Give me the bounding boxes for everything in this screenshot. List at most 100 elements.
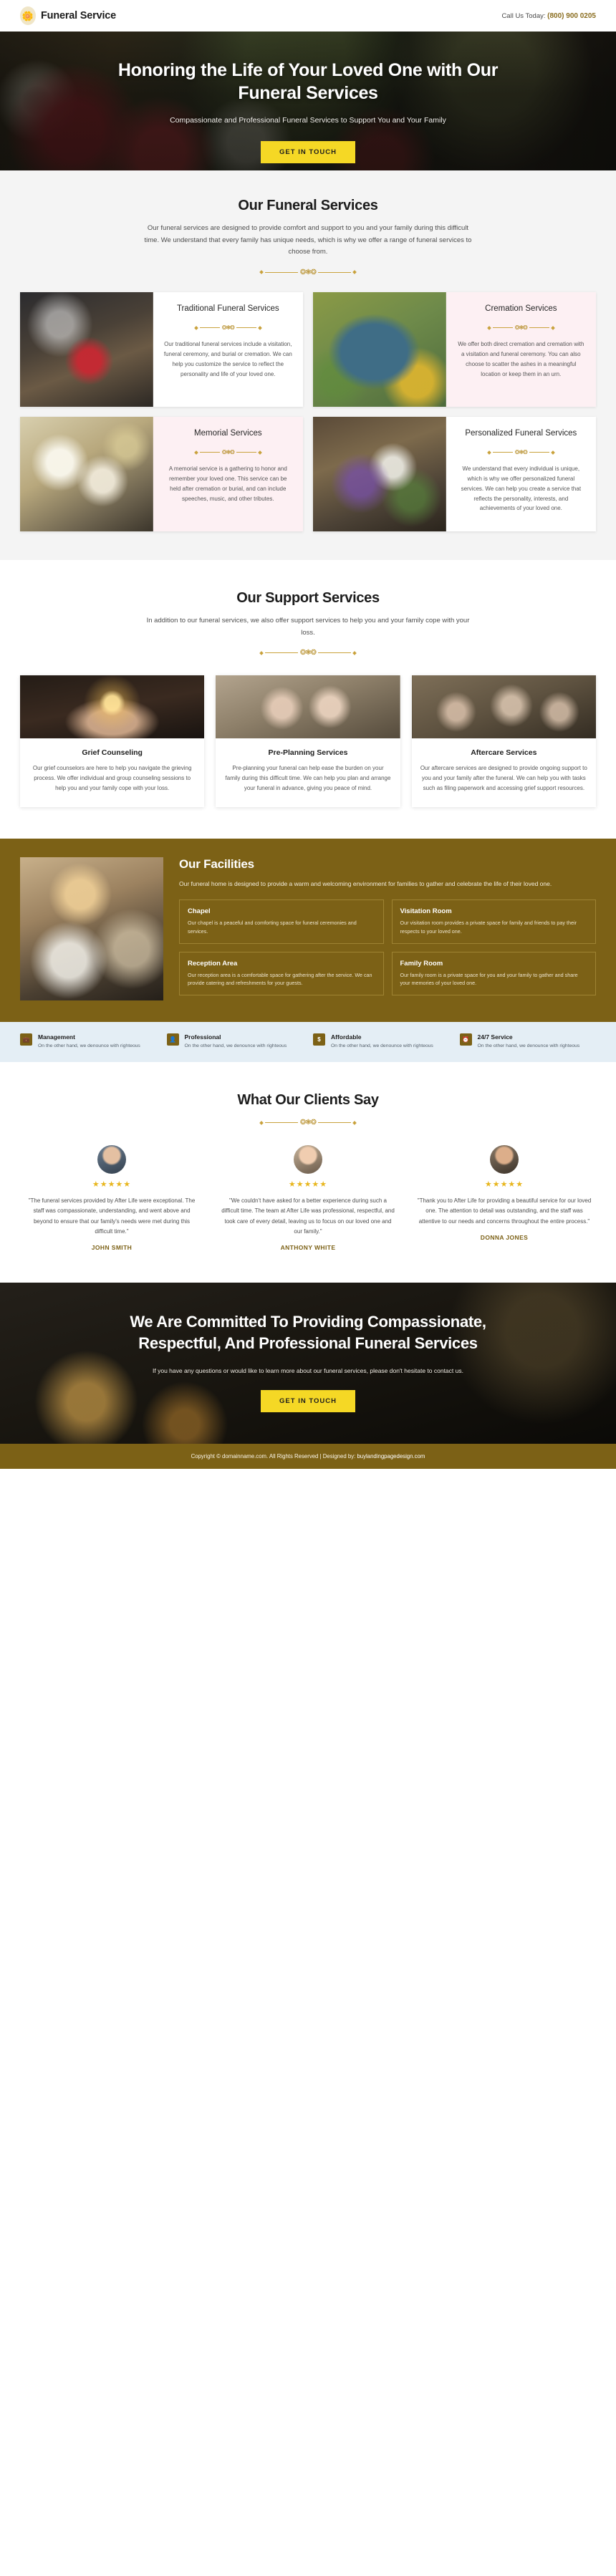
ornament-divider: ❂❃❂ bbox=[486, 324, 555, 331]
cta-text: If you have any questions or would like … bbox=[153, 1366, 463, 1374]
feature-24-7-service: ⏰ 24/7 Service On the other hand, we den… bbox=[459, 1033, 597, 1051]
funeral-services-section: Our Funeral Services Our funeral service… bbox=[0, 170, 616, 560]
facility-title: Chapel bbox=[188, 907, 211, 915]
facility-text: Our chapel is a peaceful and comforting … bbox=[188, 919, 357, 935]
testimonial-quote: "We couldn't have asked for a better exp… bbox=[221, 1197, 395, 1235]
footer-copyright: Copyright © domainname.com. All Rights R… bbox=[191, 1453, 357, 1460]
rating-stars: ★★★★★ bbox=[288, 1180, 328, 1190]
site-footer: Copyright © domainname.com. All Rights R… bbox=[0, 1444, 616, 1469]
support-title: Aftercare Services bbox=[471, 748, 537, 758]
feature-title: Affordable bbox=[331, 1033, 362, 1041]
support-title: Pre-Planning Services bbox=[268, 748, 348, 758]
facility-title: Visitation Room bbox=[400, 907, 452, 915]
facilities-title: Our Facilities bbox=[179, 857, 254, 872]
cta-title: We Are Committed To Providing Compassion… bbox=[130, 1313, 486, 1352]
brand-logo[interactable]: 🌼 Funeral Service bbox=[20, 6, 116, 25]
facilities-description: Our funeral home is designed to provide … bbox=[179, 880, 552, 888]
avatar bbox=[294, 1145, 322, 1174]
feature-strip: 💼 Management On the other hand, we denou… bbox=[0, 1022, 616, 1063]
feature-title: Management bbox=[38, 1033, 75, 1041]
rating-stars: ★★★★★ bbox=[92, 1180, 132, 1190]
support-card-aftercare[interactable]: Aftercare Services Our aftercare service… bbox=[411, 675, 596, 808]
brand-name: Funeral Service bbox=[41, 10, 116, 21]
call-label: Call Us Today: bbox=[501, 11, 546, 20]
feature-text: On the other hand, we denounce with righ… bbox=[38, 1043, 140, 1049]
site-header: 🌼 Funeral Service Call Us Today: (800) 9… bbox=[0, 0, 616, 32]
support-card-pre-planning[interactable]: Pre-Planning Services Pre-planning your … bbox=[216, 675, 400, 808]
hero-section: Honoring the Life of Your Loved One with… bbox=[0, 32, 616, 170]
support-card-grief-counseling[interactable]: Grief Counseling Our grief counselors ar… bbox=[20, 675, 205, 808]
rating-stars: ★★★★★ bbox=[484, 1180, 524, 1190]
ornament-divider: ❂❃❂ bbox=[20, 1119, 596, 1127]
ornament-divider: ❂❃❂ bbox=[20, 269, 596, 276]
facility-title: Family Room bbox=[400, 959, 443, 968]
service-card-body: Memorial Services ❂❃❂ A memorial service… bbox=[153, 416, 303, 531]
support-image-grief-counseling bbox=[20, 675, 205, 739]
facilities-image bbox=[20, 857, 163, 1001]
facility-item-visitation-room[interactable]: Visitation Room Our visitation room prov… bbox=[391, 899, 596, 944]
hero-title: Honoring the Life of Your Loved One with… bbox=[117, 60, 499, 103]
dollar-icon: $ bbox=[313, 1033, 325, 1046]
service-title: Traditional Funeral Services bbox=[176, 304, 279, 313]
support-text: Pre-planning your funeral can help ease … bbox=[225, 765, 391, 791]
testimonial-author: JOHN SMITH bbox=[91, 1244, 133, 1252]
facility-text: Our family room is a private space for y… bbox=[400, 971, 578, 987]
testimonial-quote: "Thank you to After Life for providing a… bbox=[417, 1197, 592, 1225]
feature-title: Professional bbox=[184, 1033, 221, 1041]
service-card-cremation[interactable]: Cremation Services ❂❃❂ We offer both dir… bbox=[313, 291, 596, 407]
funeral-services-description: Our funeral services are designed to pro… bbox=[144, 224, 472, 256]
ornament-divider: ❂❃❂ bbox=[193, 324, 262, 331]
cta-section: We Are Committed To Providing Compassion… bbox=[0, 1283, 616, 1444]
funeral-services-title: Our Funeral Services bbox=[238, 198, 378, 213]
service-text: Our traditional funeral services include… bbox=[163, 341, 292, 377]
briefcase-icon: 💼 bbox=[20, 1033, 32, 1046]
hero-subtitle: Compassionate and Professional Funeral S… bbox=[170, 116, 446, 125]
service-title: Cremation Services bbox=[485, 304, 557, 313]
service-card-body: Traditional Funeral Services ❂❃❂ Our tra… bbox=[153, 292, 303, 407]
facility-text: Our reception area is a comfortable spac… bbox=[188, 971, 372, 987]
service-card-body: Cremation Services ❂❃❂ We offer both dir… bbox=[446, 291, 596, 407]
service-text: We understand that every individual is u… bbox=[461, 465, 582, 512]
facility-item-chapel[interactable]: Chapel Our chapel is a peaceful and comf… bbox=[179, 899, 384, 944]
service-card-body: Personalized Funeral Services ❂❃❂ We und… bbox=[446, 417, 596, 531]
facilities-grid: Chapel Our chapel is a peaceful and comf… bbox=[179, 899, 596, 996]
testimonials-title: What Our Clients Say bbox=[237, 1092, 379, 1109]
support-image-pre-planning bbox=[216, 675, 400, 739]
feature-professional: 👤 Professional On the other hand, we den… bbox=[166, 1033, 304, 1051]
testimonial-author: ANTHONY WHITE bbox=[280, 1244, 336, 1252]
user-tie-icon: 👤 bbox=[166, 1033, 179, 1046]
service-image-cremation bbox=[313, 291, 446, 407]
support-title: Grief Counseling bbox=[82, 748, 143, 758]
testimonial-donna-jones: ★★★★★ "Thank you to After Life for provi… bbox=[413, 1145, 596, 1251]
facility-text: Our visitation room provides a private s… bbox=[400, 919, 577, 935]
call-us-block: Call Us Today: (800) 900 0205 bbox=[501, 12, 596, 20]
facility-item-reception-area[interactable]: Reception Area Our reception area is a c… bbox=[179, 951, 384, 996]
ornament-divider: ❂❃❂ bbox=[486, 449, 555, 455]
support-services-grid: Grief Counseling Our grief counselors ar… bbox=[20, 675, 596, 808]
facility-item-family-room[interactable]: Family Room Our family room is a private… bbox=[391, 951, 596, 996]
feature-text: On the other hand, we denounce with righ… bbox=[331, 1043, 433, 1049]
hero-get-in-touch-button[interactable]: GET IN TOUCH bbox=[261, 141, 355, 163]
phone-number[interactable]: (800) 900 0205 bbox=[547, 12, 596, 20]
testimonials-grid: ★★★★★ "The funeral services provided by … bbox=[20, 1145, 596, 1251]
service-card-personalized[interactable]: Personalized Funeral Services ❂❃❂ We und… bbox=[313, 416, 596, 531]
support-text: Our aftercare services are designed to p… bbox=[420, 765, 587, 791]
avatar bbox=[97, 1145, 126, 1174]
service-card-traditional[interactable]: Traditional Funeral Services ❂❃❂ Our tra… bbox=[20, 291, 303, 407]
cta-get-in-touch-button[interactable]: GET IN TOUCH bbox=[261, 1390, 355, 1412]
feature-text: On the other hand, we denounce with righ… bbox=[477, 1043, 580, 1049]
service-text: We offer both direct cremation and crema… bbox=[458, 341, 584, 377]
footer-designer-link[interactable]: buylandingpagedesign.com bbox=[357, 1453, 425, 1460]
support-services-section: Our Support Services In addition to our … bbox=[0, 559, 616, 839]
service-image-memorial bbox=[20, 416, 153, 531]
testimonial-author: DONNA JONES bbox=[480, 1233, 529, 1241]
feature-management: 💼 Management On the other hand, we denou… bbox=[20, 1033, 157, 1051]
facilities-section: Our Facilities Our funeral home is desig… bbox=[0, 839, 616, 1023]
support-services-title: Our Support Services bbox=[236, 589, 380, 606]
support-text: Our grief counselors are here to help yo… bbox=[32, 765, 192, 791]
testimonial-john-smith: ★★★★★ "The funeral services provided by … bbox=[20, 1145, 203, 1251]
bouquet-icon: 🌼 bbox=[20, 6, 36, 25]
feature-text: On the other hand, we denounce with righ… bbox=[184, 1043, 287, 1049]
clock-icon: ⏰ bbox=[459, 1033, 472, 1046]
service-card-memorial[interactable]: Memorial Services ❂❃❂ A memorial service… bbox=[20, 416, 303, 531]
